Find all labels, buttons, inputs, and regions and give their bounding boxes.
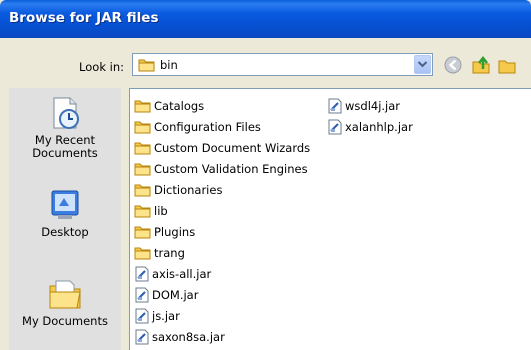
dropdown-button[interactable] — [414, 55, 431, 74]
folder-icon — [134, 205, 151, 218]
file-name: Custom Validation Engines — [154, 161, 308, 176]
jar-file-icon — [328, 98, 342, 113]
look-in-combobox[interactable]: bin — [132, 53, 433, 76]
chevron-down-icon — [417, 61, 428, 68]
look-in-label: Look in: — [79, 60, 124, 74]
window-title: Browse for JAR files — [9, 10, 159, 26]
list-item-trang[interactable]: trang — [134, 242, 310, 263]
file-name: Catalogs — [154, 98, 205, 113]
list-item-dictionaries[interactable]: Dictionaries — [134, 179, 310, 200]
folder-icon — [134, 121, 151, 134]
list-item-axis-all-jar[interactable]: axis-all.jar — [134, 263, 310, 284]
new-folder-button[interactable] — [496, 54, 518, 76]
file-name: trang — [154, 245, 185, 260]
folder-icon — [134, 247, 151, 260]
file-name: Plugins — [154, 224, 196, 239]
folder-icon — [138, 57, 156, 75]
new-folder-icon — [498, 60, 516, 74]
file-list[interactable]: Catalogs Configuration Files Custom Docu… — [129, 88, 531, 350]
back-button[interactable] — [442, 54, 464, 76]
place-my-recent-documents[interactable]: My Recent Documents — [9, 95, 121, 160]
file-name: Configuration Files — [154, 119, 261, 134]
folder-icon — [134, 226, 151, 239]
file-name: DOM.jar — [152, 287, 199, 302]
file-list-column-2: wsdl4j.jar xalanhlp.jar — [327, 95, 413, 137]
list-item-xalanhlp-jar[interactable]: xalanhlp.jar — [327, 116, 413, 137]
jar-file-icon — [135, 329, 149, 344]
folder-icon — [134, 163, 151, 176]
file-name: saxon8sa.jar — [152, 329, 225, 344]
file-name: lib — [154, 203, 168, 218]
list-item-catalogs[interactable]: Catalogs — [134, 95, 310, 116]
up-folder-icon — [472, 55, 490, 74]
places-bar: My Recent Documents Desktop My Documents — [9, 88, 121, 350]
list-item-configuration-files[interactable]: Configuration Files — [134, 116, 310, 137]
look-in-value: bin — [160, 58, 178, 72]
file-name: js.jar — [152, 308, 180, 323]
list-item-dom-jar[interactable]: DOM.jar — [134, 284, 310, 305]
place-my-documents[interactable]: My Documents — [9, 276, 121, 328]
place-label: My Recent Documents — [32, 133, 98, 160]
list-item-plugins[interactable]: Plugins — [134, 221, 310, 242]
my-documents-icon — [47, 276, 83, 312]
file-name: Dictionaries — [154, 182, 223, 197]
file-name: Custom Document Wizards — [154, 140, 311, 155]
list-item-wsdl4j-jar[interactable]: wsdl4j.jar — [327, 95, 413, 116]
up-one-level-button[interactable] — [470, 54, 492, 76]
list-item-js-jar[interactable]: js.jar — [134, 305, 310, 326]
place-desktop[interactable]: Desktop — [9, 187, 121, 239]
file-name: wsdl4j.jar — [345, 98, 401, 113]
jar-file-icon — [328, 119, 342, 134]
recent-documents-icon — [47, 95, 83, 131]
file-name: axis-all.jar — [152, 266, 212, 281]
place-label: My Documents — [22, 314, 108, 328]
folder-icon — [134, 184, 151, 197]
list-item-custom-document-wizards[interactable]: Custom Document Wizards — [134, 137, 310, 158]
jar-file-icon — [135, 287, 149, 302]
file-list-column-1: Catalogs Configuration Files Custom Docu… — [134, 95, 310, 347]
folder-icon — [134, 100, 151, 113]
list-item-lib[interactable]: lib — [134, 200, 310, 221]
title-bar[interactable]: Browse for JAR files — [0, 0, 531, 38]
jar-file-icon — [135, 266, 149, 281]
desktop-icon — [47, 187, 83, 223]
place-label: Desktop — [41, 225, 89, 239]
jar-file-icon — [135, 308, 149, 323]
file-name: xalanhlp.jar — [345, 119, 413, 134]
back-arrow-icon — [444, 56, 462, 74]
folder-icon — [134, 142, 151, 155]
list-item-custom-validation-engines[interactable]: Custom Validation Engines — [134, 158, 310, 179]
list-item-saxon8sa-jar[interactable]: saxon8sa.jar — [134, 326, 310, 347]
